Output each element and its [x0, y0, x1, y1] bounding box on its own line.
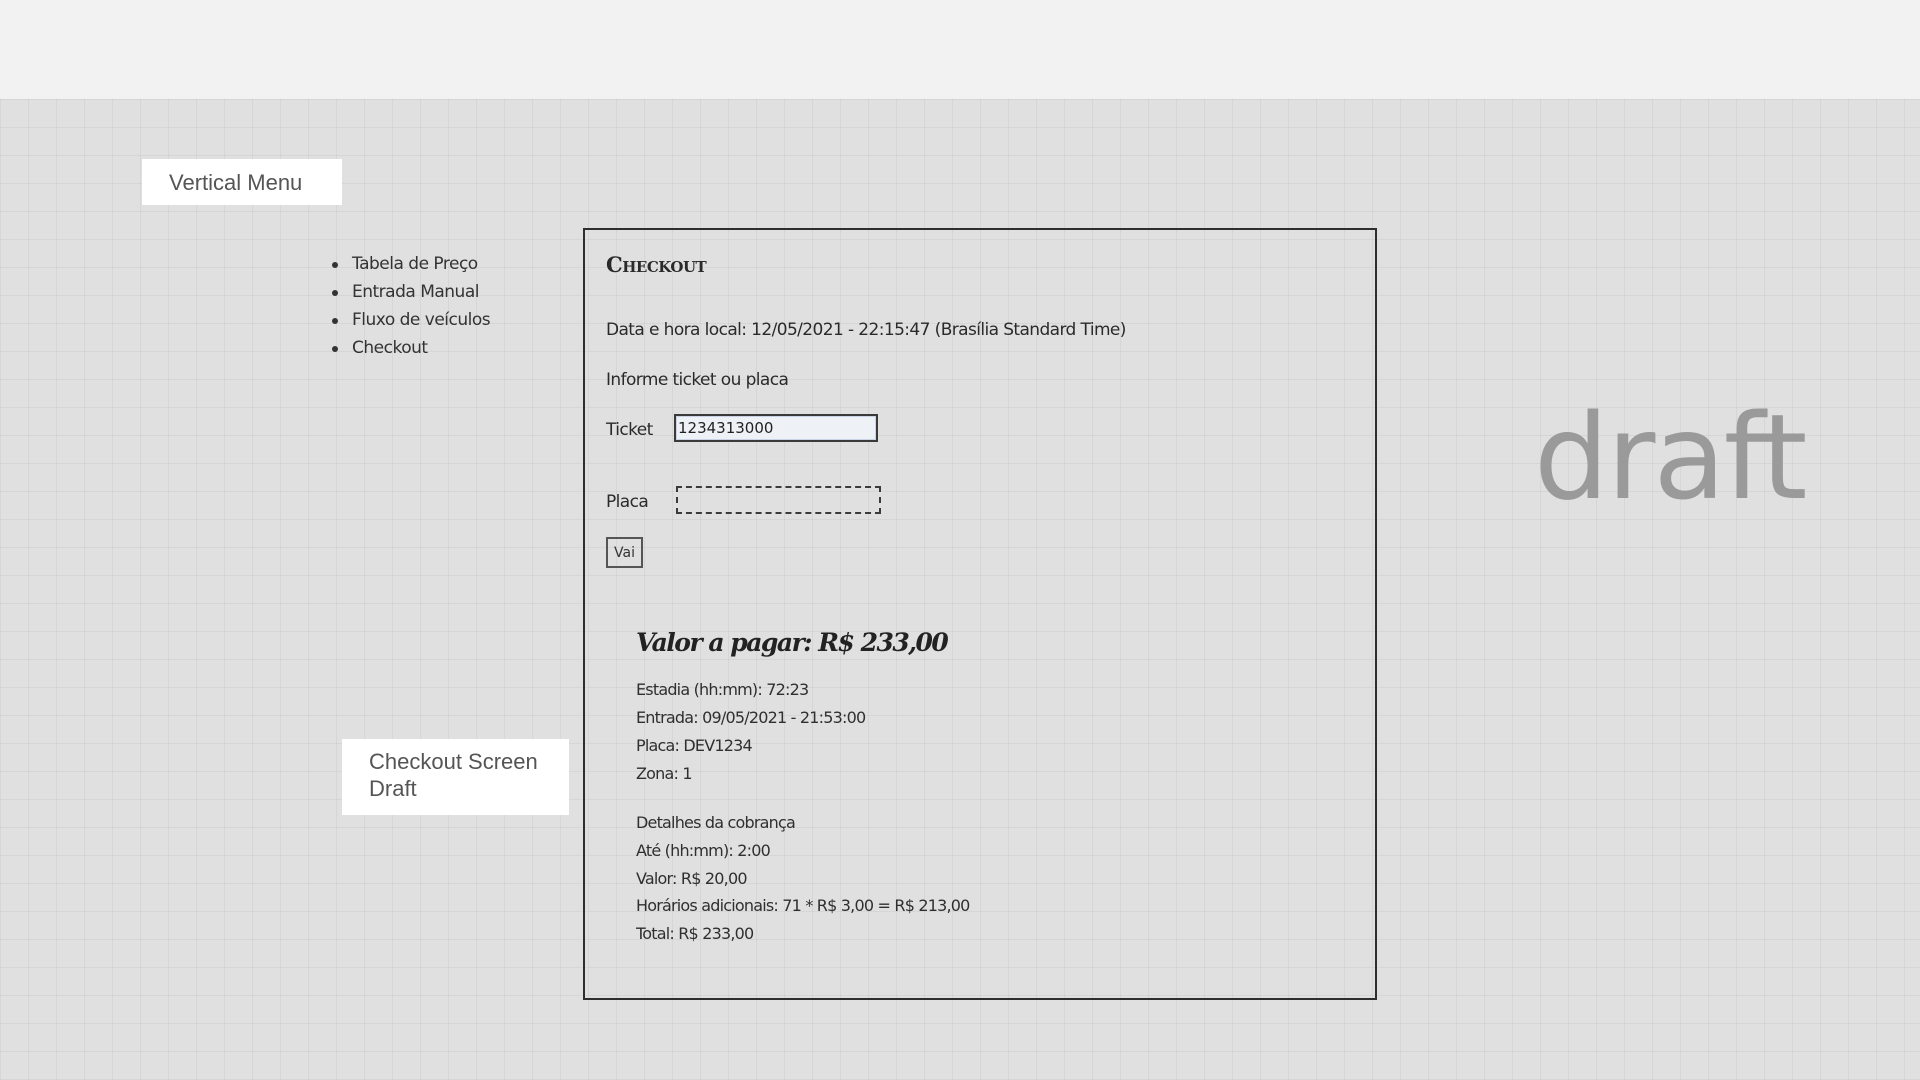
- annotation-vertical-menu: Vertical Menu: [142, 159, 342, 205]
- menu-item-checkout[interactable]: Checkout: [320, 334, 490, 362]
- ticket-label: Ticket: [606, 420, 653, 440]
- ticket-or-plate-instruction: Informe ticket ou placa: [606, 370, 789, 390]
- go-button[interactable]: Vai: [606, 537, 643, 568]
- annotation-checkout-draft: Checkout Screen Draft: [342, 739, 569, 815]
- local-datetime: Data e hora local: 12/05/2021 - 22:15:47…: [606, 320, 1126, 340]
- ticket-input[interactable]: [674, 414, 878, 442]
- charge-value: Valor: R$ 20,00: [636, 869, 748, 888]
- additional-hours: Horários adicionais: 71 * R$ 3,00 = R$ 2…: [636, 896, 970, 915]
- menu-item-entrada-manual[interactable]: Entrada Manual: [320, 278, 490, 306]
- stay-duration: Estadia (hh:mm): 72:23: [636, 680, 809, 699]
- amount-due: Valor a pagar: R$ 233,00: [636, 628, 949, 657]
- draft-watermark: draft: [1534, 388, 1807, 526]
- parking-zone: Zona: 1: [636, 764, 693, 783]
- top-toolbar-area: [0, 0, 1920, 99]
- vertical-menu: Tabela de Preço Entrada Manual Fluxo de …: [320, 250, 491, 362]
- charge-details-title: Detalhes da cobrança: [636, 813, 796, 832]
- vehicle-plate: Placa: DEV1234: [636, 736, 753, 755]
- placa-label: Placa: [606, 492, 649, 512]
- charge-total: Total: R$ 233,00: [636, 924, 754, 943]
- checkout-panel: Checkout Data e hora local: 12/05/2021 -…: [583, 228, 1377, 1000]
- menu-item-fluxo-de-veiculos[interactable]: Fluxo de veículos: [320, 306, 491, 334]
- entry-datetime: Entrada: 09/05/2021 - 21:53:00: [636, 708, 866, 727]
- placa-input[interactable]: [676, 486, 881, 514]
- checkout-title: Checkout: [606, 252, 707, 277]
- charge-until: Até (hh:mm): 2:00: [636, 841, 771, 860]
- menu-item-tabela-de-preco[interactable]: Tabela de Preço: [320, 250, 490, 278]
